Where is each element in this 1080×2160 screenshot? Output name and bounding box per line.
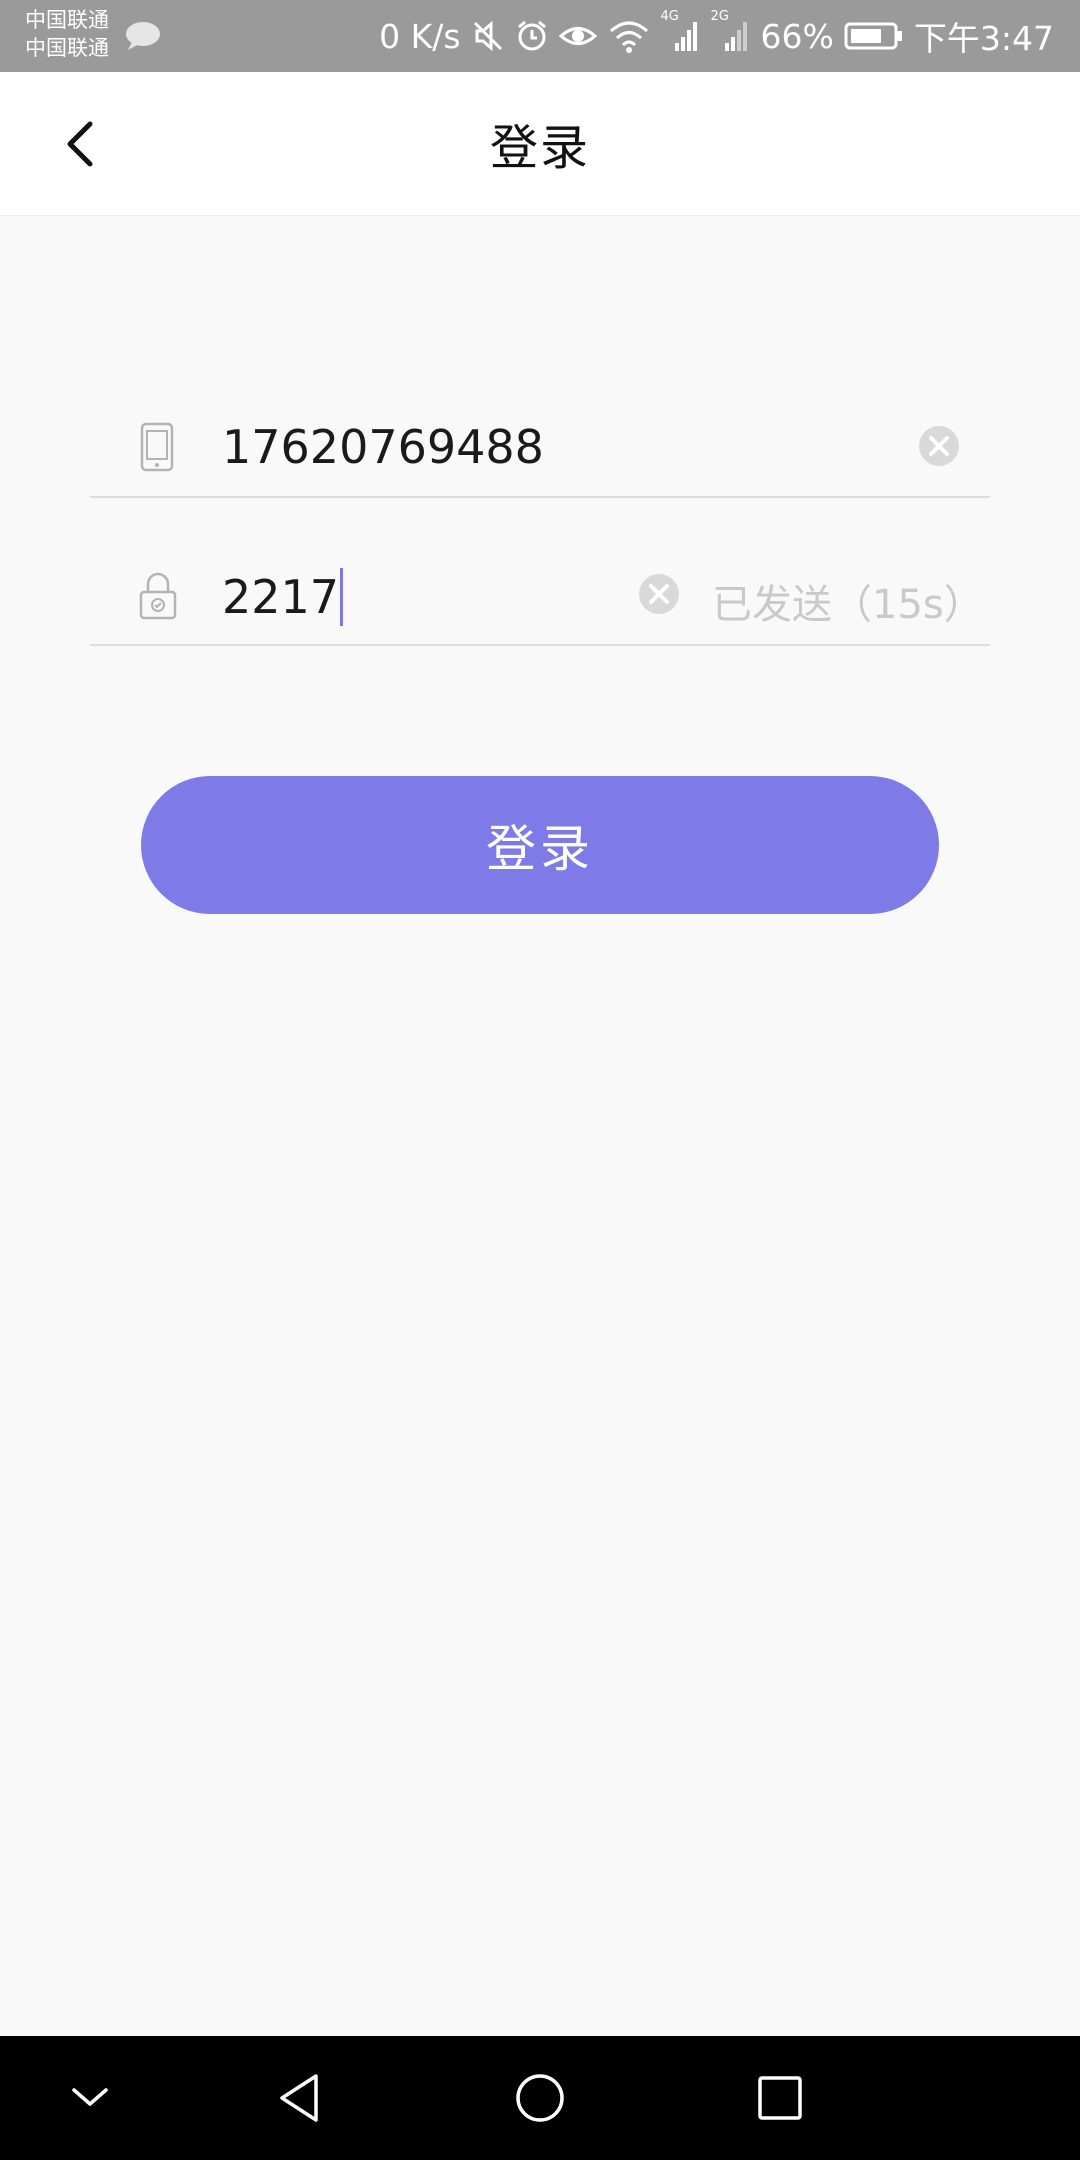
clear-circle-icon — [919, 426, 959, 466]
triangle-back-icon — [280, 2074, 318, 2122]
clear-phone-button[interactable] — [918, 425, 960, 467]
circle-home-icon — [516, 2074, 564, 2122]
nav-back-button[interactable] — [268, 2066, 332, 2130]
code-input-value: 2217 — [222, 570, 340, 624]
phone-icon — [138, 422, 178, 474]
carrier-1: 中国联通 — [25, 8, 109, 32]
lock-icon — [138, 570, 178, 622]
resend-countdown: 已发送（15s） — [712, 582, 984, 628]
clear-code-button[interactable] — [638, 573, 680, 615]
phone-field-row: 17620769488 — [90, 380, 990, 498]
system-nav-bar — [0, 2036, 1080, 2160]
clock: 下午3:47 — [913, 19, 1054, 58]
phone-input[interactable]: 17620769488 — [222, 420, 544, 474]
battery-percent: 66% — [760, 16, 834, 56]
alarm-icon — [515, 19, 549, 53]
text-cursor — [340, 568, 344, 626]
carrier-2: 中国联通 — [25, 36, 109, 60]
network-speed: 0 K/s — [379, 16, 461, 56]
login-button[interactable]: 登录 — [141, 776, 939, 914]
mute-icon — [471, 19, 505, 53]
chevron-down-icon — [72, 2088, 108, 2106]
code-field-row: 2217 已发送（15s） — [90, 528, 990, 646]
clear-circle-icon — [639, 574, 679, 614]
square-recent-icon — [758, 2076, 802, 2120]
signal-icon-1: 4G — [661, 9, 701, 53]
page-title: 登录 — [489, 120, 590, 176]
code-input[interactable]: 2217 — [222, 568, 344, 626]
phone-input-value: 17620769488 — [222, 420, 544, 474]
chat-bubble-icon — [124, 20, 162, 56]
eye-icon — [558, 21, 597, 51]
login-screen: 中国联通 中国联通 0 K/s 4G 2G 66% 下午3:47 登录 1762… — [0, 0, 1080, 2160]
signal-icon-2: 2G — [711, 9, 751, 53]
nav-home-button[interactable] — [508, 2066, 572, 2130]
status-bar: 中国联通 中国联通 0 K/s 4G 2G 66% 下午3:47 — [0, 0, 1080, 72]
wifi-icon — [607, 19, 651, 53]
status-icons: 0 K/s 4G 2G 66% 下午3:47 — [379, 0, 1054, 72]
app-header: 登录 — [0, 72, 1080, 216]
nav-recent-button[interactable] — [748, 2066, 812, 2130]
carrier-labels: 中国联通 中国联通 — [25, 6, 109, 62]
battery-icon — [844, 21, 904, 51]
nav-collapse-button[interactable] — [58, 2066, 122, 2130]
